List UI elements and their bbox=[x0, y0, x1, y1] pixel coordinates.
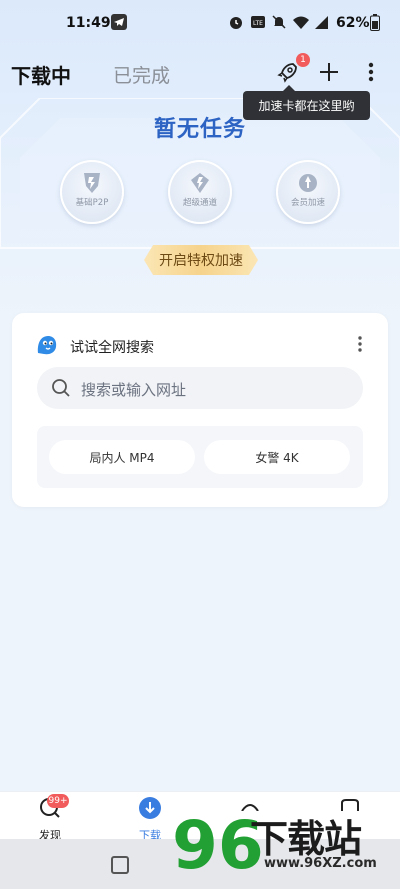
status-bar: 11:49 LTE 62% bbox=[0, 0, 400, 48]
top-header: 下载中 已完成 bbox=[0, 52, 400, 92]
volte-icon: LTE bbox=[251, 16, 265, 28]
notification-badge: 1 bbox=[296, 53, 310, 67]
status-time: 11:49 bbox=[66, 15, 111, 31]
watermark-text: 下载站 bbox=[250, 817, 362, 861]
card-more-icon[interactable] bbox=[352, 333, 368, 355]
download-icon bbox=[139, 797, 161, 819]
hot-search-list: 局内人 MP4 女警 4K bbox=[37, 426, 363, 488]
watermark-url: www.96XZ.com bbox=[264, 856, 377, 871]
rocket-icon bbox=[277, 63, 297, 83]
signal-icon bbox=[315, 16, 328, 29]
bird-logo-icon bbox=[37, 336, 57, 355]
wifi-icon bbox=[293, 16, 309, 29]
search-card: 试试全网搜索 搜索或输入网址 局内人 MP4 女警 4K bbox=[12, 313, 388, 507]
feature-label: 基础P2P bbox=[75, 198, 109, 208]
battery-icon bbox=[370, 14, 380, 31]
feature-basic-p2p: 基础P2P bbox=[60, 160, 124, 224]
more-vertical-icon bbox=[368, 62, 374, 82]
feature-super-channel: 超级通道 bbox=[168, 160, 232, 224]
plus-icon bbox=[320, 63, 338, 81]
search-placeholder: 搜索或输入网址 bbox=[81, 381, 187, 399]
recent-apps-button[interactable] bbox=[111, 856, 129, 874]
search-card-title: 试试全网搜索 bbox=[70, 340, 154, 356]
tab-downloading[interactable]: 下载中 bbox=[11, 60, 71, 89]
p2p-icon bbox=[84, 173, 100, 193]
hot-search-chip[interactable]: 局内人 MP4 bbox=[49, 440, 195, 474]
super-channel-icon bbox=[191, 173, 209, 193]
svg-text:LTE: LTE bbox=[253, 20, 263, 27]
mute-icon bbox=[272, 15, 286, 29]
add-task-button[interactable] bbox=[315, 58, 343, 86]
vip-accelerate-button[interactable]: 开启特权加速 bbox=[144, 245, 258, 275]
empty-state-title: 暂无任务 bbox=[153, 117, 246, 142]
battery-percent: 62% bbox=[336, 15, 370, 31]
search-input[interactable]: 搜索或输入网址 bbox=[37, 367, 363, 409]
telegram-icon bbox=[111, 14, 127, 30]
tab-completed[interactable]: 已完成 bbox=[113, 61, 170, 88]
vip-accelerate-icon bbox=[299, 174, 317, 192]
more-menu-button[interactable] bbox=[357, 58, 385, 86]
hot-search-chip[interactable]: 女警 4K bbox=[204, 440, 350, 474]
feature-label: 会员加速 bbox=[290, 198, 325, 208]
feature-vip-accelerate: 会员加速 bbox=[276, 160, 340, 224]
discover-badge: 99+ bbox=[47, 794, 69, 808]
alarm-icon bbox=[230, 17, 242, 29]
feature-label: 超级通道 bbox=[182, 198, 217, 208]
search-icon bbox=[52, 379, 70, 397]
